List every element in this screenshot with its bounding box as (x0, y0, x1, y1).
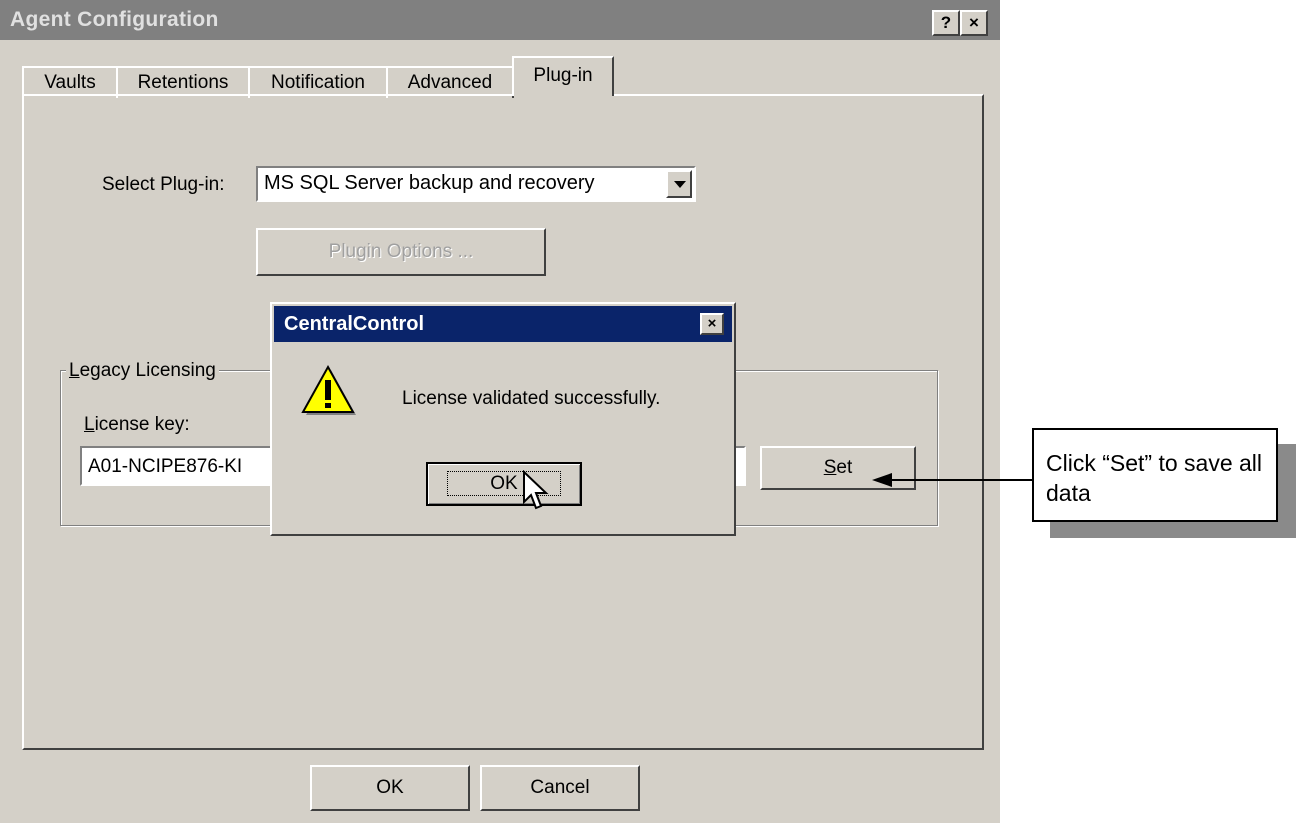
cancel-button[interactable]: Cancel (480, 765, 640, 811)
dialog-ok-button[interactable]: OK (426, 462, 582, 506)
warning-icon (301, 364, 356, 415)
legacy-licensing-title: Legacy Licensing (66, 360, 219, 382)
dialog-title-bar: CentralControl × (274, 306, 732, 342)
dialog-title: CentralControl (284, 313, 424, 335)
dialog-close-button[interactable]: × (700, 313, 724, 335)
chevron-down-icon[interactable] (666, 170, 692, 198)
annotation-callout: Click “Set” to save all data (1032, 428, 1278, 522)
license-key-value: A01-NCIPE876-KI (88, 456, 243, 477)
license-key-label: License key: (84, 414, 190, 435)
mouse-cursor-icon (523, 470, 549, 510)
window-title: Agent Configuration (10, 8, 219, 31)
help-button[interactable]: ? (932, 10, 960, 36)
tab-plug-in[interactable]: Plug-in (512, 56, 614, 96)
title-bar: Agent Configuration ? × (0, 0, 1000, 40)
ok-button[interactable]: OK (310, 765, 470, 811)
arrow-left-icon (872, 473, 1034, 487)
close-button[interactable]: × (960, 10, 988, 36)
callout-text: Click “Set” to save all data (1046, 450, 1263, 506)
plugin-select-value: MS SQL Server backup and recovery (264, 172, 595, 194)
message-dialog: CentralControl × License validated succe… (270, 302, 736, 536)
dialog-message: License validated successfully. (402, 388, 661, 409)
plugin-options-button[interactable]: Plugin Options ... (256, 228, 546, 276)
plugin-select[interactable]: MS SQL Server backup and recovery (256, 166, 696, 202)
select-plugin-label: Select Plug-in: (102, 174, 225, 195)
